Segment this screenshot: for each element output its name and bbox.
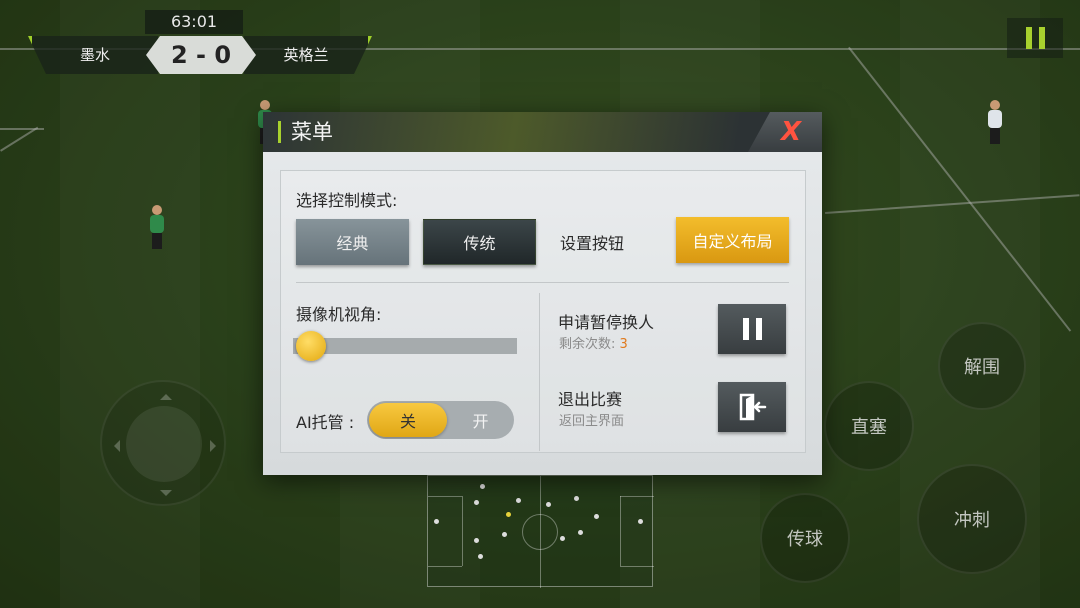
player-figure <box>150 205 164 249</box>
remaining-subs: 剩余次数: 3 <box>559 337 628 352</box>
match-clock: 63:01 <box>145 10 243 34</box>
toggle-on-option[interactable]: 开 <box>447 401 514 439</box>
return-main-label: 返回主界面 <box>559 414 625 429</box>
menu-title: 菜单 <box>291 120 333 144</box>
control-mode-label: 选择控制模式: <box>296 191 398 210</box>
ai-control-label: AI托管 : <box>296 413 355 432</box>
pause-button[interactable] <box>1007 18 1063 58</box>
divider <box>296 282 789 283</box>
divider <box>539 293 540 451</box>
action-button-sprint[interactable]: 冲刺 <box>917 464 1027 574</box>
close-button[interactable]: X <box>748 112 822 152</box>
quit-match-label: 退出比赛 <box>558 390 623 409</box>
joystick-icon <box>126 406 202 482</box>
movement-joystick[interactable] <box>100 380 226 506</box>
camera-label: 摄像机视角: <box>296 305 382 324</box>
menu-header: 菜单 X <box>263 112 822 152</box>
pause-icon <box>1025 27 1032 49</box>
pause-icon <box>742 318 749 340</box>
exit-door-icon <box>739 393 767 421</box>
mode-classic-button[interactable]: 经典 <box>296 219 409 265</box>
scoreboard: 墨水 英格兰 2 - 0 <box>28 36 372 74</box>
action-button-clear[interactable]: 解围 <box>938 322 1026 410</box>
mode-traditional-button[interactable]: 传统 <box>423 219 536 265</box>
action-button-pass[interactable]: 传球 <box>760 493 850 583</box>
camera-slider-knob[interactable] <box>296 331 326 361</box>
substitution-pause-button[interactable] <box>718 304 786 354</box>
away-team-name: 英格兰 <box>244 36 372 74</box>
match-score: 2 - 0 <box>146 36 256 74</box>
camera-slider[interactable] <box>293 338 517 354</box>
home-team-name: 墨水 <box>28 36 158 74</box>
set-buttons-label: 设置按钮 <box>560 234 625 253</box>
formation-minimap <box>427 475 654 588</box>
remaining-count: 3 <box>619 337 628 352</box>
close-x-icon: X <box>780 117 802 147</box>
menu-dialog: 菜单 X 选择控制模式: 经典 传统 设置按钮 自定义布局 摄像机视角: AI托… <box>263 112 822 475</box>
action-button-through-pass[interactable]: 直塞 <box>824 381 914 471</box>
ai-control-toggle[interactable]: 关 开 <box>367 401 514 439</box>
substitution-label: 申请暂停换人 <box>558 313 655 332</box>
quit-match-button[interactable] <box>718 382 786 432</box>
toggle-off-option[interactable]: 关 <box>369 403 447 437</box>
player-figure <box>988 100 1002 144</box>
custom-layout-button[interactable]: 自定义布局 <box>676 217 789 263</box>
